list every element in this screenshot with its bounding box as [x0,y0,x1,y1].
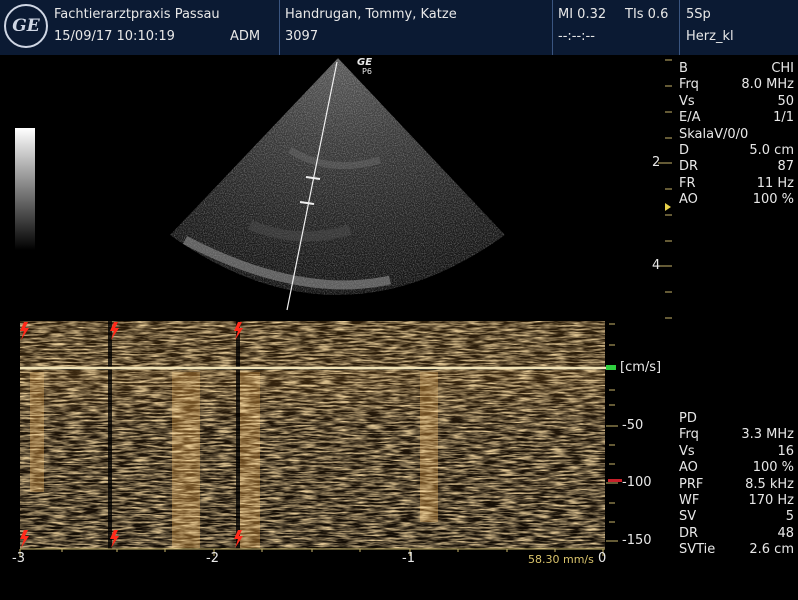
baseline-marker-icon [606,365,616,370]
velocity-label-150: -150 [622,533,652,548]
param-row: SVTie 2.6 cm [679,542,794,558]
param-row: AO 100 % [679,460,794,476]
velocity-scale [606,323,618,542]
velocity-unit: [cm/s] [620,360,662,375]
param-row: SV 5 [679,509,794,525]
param-row: DR 48 [679,525,794,541]
time-label-2: -2 [206,551,219,566]
param-row: PD [679,411,697,426]
sweep-speed: 58.30 mm/s [528,553,594,566]
doppler-parameters: PD Frq 3.3 MHz Vs 16 AO 100 % PRF 8.5 kHz WF… [679,411,794,561]
time-label-1: -1 [402,551,415,566]
param-row: Vs 16 [679,443,794,459]
param-row: Frq 3.3 MHz [679,427,794,443]
param-row: WF 170 Hz [679,493,794,508]
time-label-0: 0 [598,551,607,566]
prf-marker-icon [608,479,622,482]
time-label-3: -3 [12,551,25,566]
time-axis [19,548,605,556]
velocity-label-50: -50 [622,418,644,433]
param-row: PRF 8.5 kHz [679,476,794,492]
velocity-label-100: -100 [622,475,652,490]
